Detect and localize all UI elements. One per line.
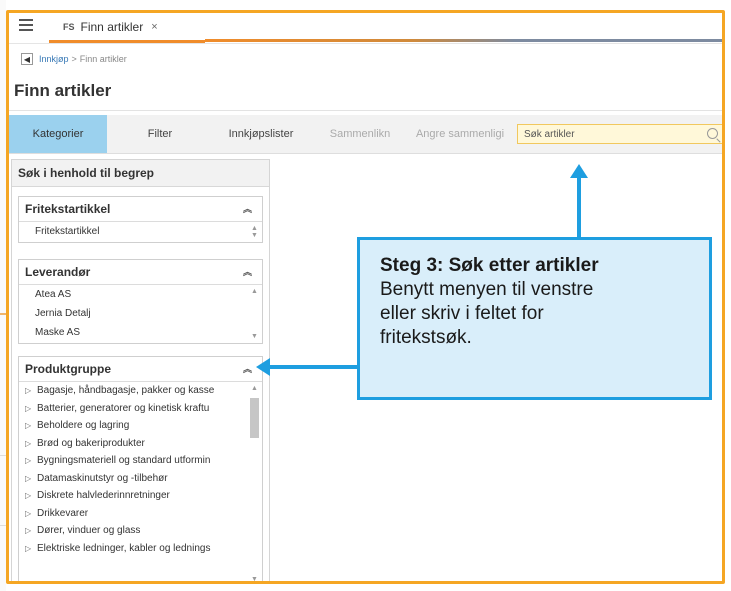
list-item[interactable]: Maske AS: [19, 323, 262, 342]
section-header[interactable]: Produktgruppe ︽: [19, 357, 262, 381]
tree-item[interactable]: ▷ Diskrete halvlederinnretninger: [19, 487, 262, 505]
scroll-up-icon[interactable]: ▲: [251, 225, 258, 232]
list-item[interactable]: Jernia Detalj: [19, 304, 262, 323]
collapse-icon[interactable]: ︽: [243, 357, 252, 381]
scroll-down-icon[interactable]: ▼: [251, 232, 258, 239]
instruction-callout: Steg 3: Søk etter artikler Benytt menyen…: [357, 237, 712, 400]
list-item[interactable]: Fritekstartikkel: [19, 222, 262, 241]
callout-arrow-vertical: [577, 176, 581, 240]
callout-body: Benytt menyen til venstre eller skriv i …: [380, 279, 594, 348]
tree-item[interactable]: ▷ Brød og bakeriprodukter: [19, 435, 262, 453]
scrollbar[interactable]: ▲ ▼: [248, 222, 262, 242]
section-body: ▷ Bagasje, håndbagasje, pakker og kasse ▷…: [19, 381, 262, 581]
collapse-icon[interactable]: ︽: [243, 197, 252, 221]
expand-icon[interactable]: ▷: [25, 487, 37, 505]
tree-item[interactable]: ▷ Dører, vinduer og glass: [19, 522, 262, 540]
left-panel: Søk i henhold til begrep Fritekstartikke…: [11, 159, 270, 581]
section-title: Fritekstartikkel: [25, 202, 111, 216]
section-body: Fritekstartikkel ▲ ▼: [19, 221, 262, 242]
expand-icon[interactable]: ▷: [25, 435, 37, 453]
tree-item[interactable]: ▷ Elektriske ledninger, kabler og ledning…: [19, 540, 262, 558]
scrollbar-thumb[interactable]: [250, 398, 259, 438]
page-title: Finn artikler: [14, 81, 112, 100]
tab-innkjopslister[interactable]: Innkjøpslister: [209, 115, 313, 153]
tab-finn-artikler[interactable]: FS Finn artikler ×: [49, 13, 205, 43]
toolbar: Kategorier Filter Innkjøpslister Sammenl…: [9, 115, 722, 154]
collapse-icon[interactable]: ︽: [243, 260, 252, 284]
section-fritekstartikkel: Fritekstartikkel ︽ Fritekstartikkel ▲ ▼: [18, 196, 263, 243]
breadcrumb-current: Finn artikler: [79, 54, 127, 64]
section-produktgruppe: Produktgruppe ︽ ▷ Bagasje, håndbagasje, p…: [18, 356, 263, 581]
tab-badge: FS: [63, 21, 75, 32]
sammenlikn-button[interactable]: Sammenlikn: [319, 115, 401, 153]
callout-title: Steg 3: Søk etter artikler: [380, 255, 599, 276]
expand-icon[interactable]: ▷: [25, 522, 37, 540]
callout-arrow-horizontal: [268, 365, 360, 369]
scroll-down-icon[interactable]: ▼: [251, 333, 258, 340]
tab-label: Finn artikler: [80, 19, 144, 34]
section-leverandor: Leverandør ︽ Atea AS Jernia Detalj Maske…: [18, 259, 263, 344]
expand-icon[interactable]: ▷: [25, 452, 37, 470]
angre-sammenligning-button[interactable]: Angre sammenligi: [405, 115, 515, 153]
tab-filter[interactable]: Filter: [115, 115, 205, 153]
divider: [9, 110, 722, 111]
list-item[interactable]: Atea AS: [19, 285, 262, 304]
breadcrumb: ◀ Innkjøp > Finn artikler: [9, 47, 722, 71]
expand-icon[interactable]: ▷: [25, 400, 37, 418]
search-placeholder: Søk artikler: [524, 128, 575, 140]
scrollbar[interactable]: ▲ ▼: [248, 285, 262, 343]
expand-icon[interactable]: ▷: [25, 417, 37, 435]
scroll-up-icon[interactable]: ▲: [251, 385, 258, 392]
search-input[interactable]: Søk artikler: [517, 124, 722, 144]
expand-icon[interactable]: ▷: [25, 470, 37, 488]
search-icon[interactable]: [707, 128, 718, 139]
tree-item[interactable]: ▷ Beholdere og lagring: [19, 417, 262, 435]
breadcrumb-separator: >: [71, 54, 77, 64]
tree-item[interactable]: ▷ Datamaskinutstyr og -tilbehør: [19, 470, 262, 488]
section-body: Atea AS Jernia Detalj Maske AS ▲ ▼: [19, 284, 262, 343]
tree-item[interactable]: ▷ Bagasje, håndbagasje, pakker og kasse: [19, 382, 262, 400]
tab-bar: FS Finn artikler ×: [9, 13, 722, 44]
tab-kategorier[interactable]: Kategorier: [9, 115, 107, 153]
expand-icon[interactable]: ▷: [25, 540, 37, 558]
expand-icon[interactable]: ▷: [25, 505, 37, 523]
tree-item[interactable]: ▷ Batterier, generatorer og kinetisk kraf…: [19, 400, 262, 418]
back-button[interactable]: ◀: [21, 53, 33, 65]
expand-icon[interactable]: ▷: [25, 382, 37, 400]
scroll-down-icon[interactable]: ▼: [251, 576, 258, 581]
tab-underline: [205, 39, 722, 42]
breadcrumb-link-innkjop[interactable]: Innkjøp: [39, 54, 69, 64]
scrollbar[interactable]: ▲ ▼: [248, 382, 262, 581]
scroll-up-icon[interactable]: ▲: [251, 288, 258, 295]
section-title: Leverandør: [25, 265, 91, 279]
hamburger-menu-icon[interactable]: [19, 19, 33, 33]
left-panel-heading: Søk i henhold til begrep: [12, 160, 269, 187]
section-title: Produktgruppe: [25, 362, 111, 376]
tree-item[interactable]: ▷ Drikkevarer: [19, 505, 262, 523]
close-icon[interactable]: ×: [151, 21, 157, 33]
section-header[interactable]: Fritekstartikkel ︽: [19, 197, 262, 221]
tree-item[interactable]: ▷ Bygningsmateriell og standard utformin: [19, 452, 262, 470]
section-header[interactable]: Leverandør ︽: [19, 260, 262, 284]
